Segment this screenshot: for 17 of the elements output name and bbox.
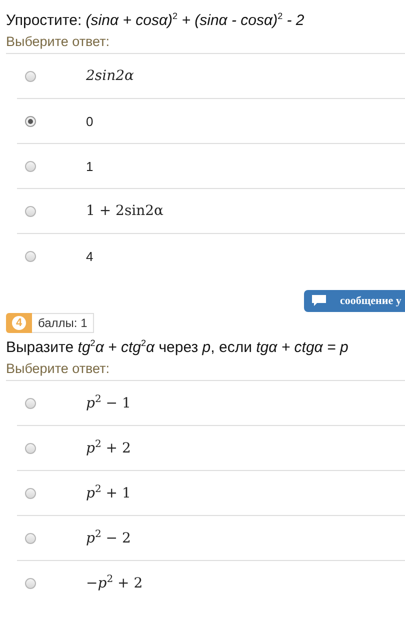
answer-option: p$^{2}$ + 2 — [86, 439, 131, 457]
question-text: Упростите: (sinα + cosα)$^{2}$ + (sinα - cosα)$^{2}$ - 2 — [6, 10, 306, 31]
answer-option: p$^{2}$ − 1 — [86, 394, 131, 412]
answer-option: p$^{2}$ + 1 — [86, 484, 131, 502]
answer-option: 2sin2α — [86, 68, 134, 84]
question-text: Выразите tg$^{2}$α + ctg$^{2}$α через p, если tgα + ctgα = p — [6, 337, 350, 358]
answer-option: 0 — [86, 114, 94, 128]
question-number-badge: 4 — [6, 313, 32, 333]
answer-option: p$^{2}$ − 2 — [86, 529, 131, 547]
answer-option: 4 — [86, 248, 94, 264]
points-label: баллы: 1 — [32, 313, 94, 333]
answer-option: −p$^{2}$ + 2 — [86, 574, 143, 592]
answer-prompt: Выберите ответ: — [6, 34, 405, 54]
answer-prompt: Выберите ответ: — [6, 361, 405, 381]
answer-option: 1 + 2sin2α — [86, 203, 164, 219]
message-button[interactable]: сообщение у — [304, 290, 405, 312]
answer-option: 1 — [86, 158, 94, 174]
